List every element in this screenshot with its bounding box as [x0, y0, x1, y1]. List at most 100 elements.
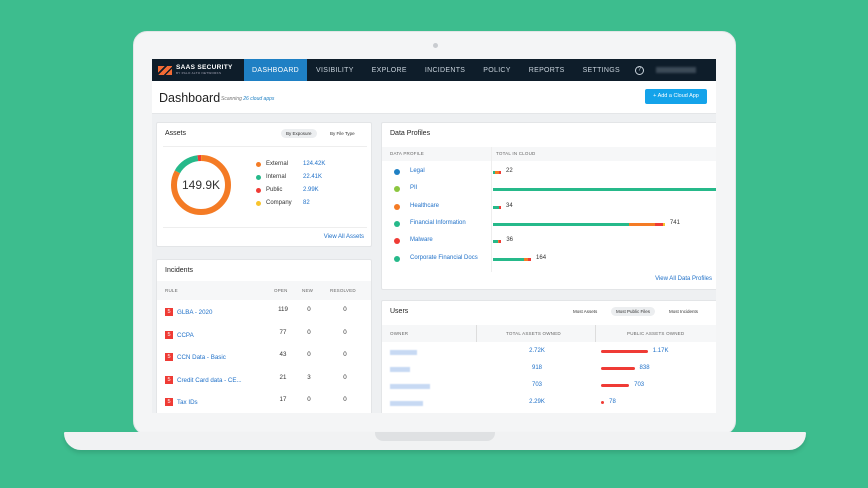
legend-value-link[interactable]: 124.42K [303, 161, 325, 167]
col-open: OPEN [274, 288, 288, 293]
help-icon: ? [634, 65, 644, 75]
public-assets-link[interactable]: 703 [634, 382, 644, 388]
resolved-count: 0 [343, 306, 347, 313]
logo-icon [158, 65, 172, 75]
rule-link[interactable]: Credit Card data - CE... [177, 377, 242, 384]
public-assets-bar [601, 350, 648, 353]
nav-policy[interactable]: POLICY [474, 59, 519, 81]
severity-badge: 5 [165, 308, 173, 316]
profile-icon [394, 169, 400, 175]
legend-label: Internal [266, 174, 287, 180]
data-profiles-header [382, 147, 716, 161]
public-assets-link[interactable]: 838 [640, 365, 650, 371]
add-cloud-app-button[interactable]: + Add a Cloud App [645, 89, 707, 104]
legend-dot-icon [256, 161, 261, 167]
bar-segment [628, 222, 655, 226]
tab-most-public-files[interactable]: Most Public Files [611, 307, 656, 316]
bar-segment [493, 257, 525, 261]
new-count: 0 [307, 351, 311, 358]
tab-by-file-type[interactable]: By File Type [325, 129, 360, 138]
total-value: 22 [506, 168, 513, 174]
scan-prefix: Scanning [221, 96, 242, 102]
profile-link[interactable]: Corporate Financial Docs [410, 255, 478, 261]
rule-link[interactable]: Tax IDs [177, 399, 198, 406]
severity-badge: 5 [165, 330, 173, 339]
cloud-apps-link[interactable]: 26 cloud apps [243, 96, 274, 102]
total-bar [493, 188, 716, 192]
open-count: 43 [279, 351, 287, 358]
data-profiles-title: Data Profiles [390, 130, 431, 137]
severity-badge: 5 [165, 398, 173, 406]
total-value: 36 [506, 237, 514, 244]
nav-reports[interactable]: REPORTS [520, 59, 574, 81]
col-data-profile: DATA PROFILE [390, 151, 424, 156]
nav-visibility[interactable]: VISIBILITY [307, 59, 363, 81]
legend-value-link[interactable]: 2.99K [303, 187, 319, 193]
assets-card: Assets By Exposure By File Type 149.9K E… [156, 122, 372, 247]
bar-segment [499, 205, 501, 209]
rule-link[interactable]: CCN Data - Basic [177, 354, 226, 361]
view-all-assets-link[interactable]: View All Assets [324, 234, 364, 240]
nav-dashboard[interactable]: DASHBOARD [244, 59, 308, 81]
total-assets-link[interactable]: 2.72K [522, 348, 552, 354]
new-count: 0 [307, 328, 311, 336]
bar-segment [499, 240, 502, 244]
table-row: 5 GLBA - 2020 119 0 0 [165, 306, 365, 318]
owner-redacted[interactable] [390, 384, 430, 389]
assets-donut: 149.9K [171, 155, 231, 215]
user-row: 918 838 [382, 365, 716, 375]
profile-icon [394, 255, 400, 262]
profile-link[interactable]: Legal [410, 168, 425, 174]
laptop-notch [375, 432, 495, 441]
help-button[interactable]: ? [629, 59, 650, 81]
new-count: 3 [307, 373, 311, 381]
user-row: 2.72K 1.17K [382, 348, 716, 358]
col-total-in-cloud: TOTAL IN CLOUD [496, 151, 536, 156]
legend-dot-icon [256, 187, 261, 193]
tab-most-incidents[interactable]: Most Incidents [664, 307, 703, 316]
owner-redacted[interactable] [390, 401, 423, 406]
rule-link[interactable]: GLBA - 2020 [177, 309, 212, 316]
bar-segment [499, 171, 501, 174]
col-rule: RULE [165, 288, 178, 293]
brand-logo[interactable]: SAAS SECURITY BY PALO ALTO NETWORKS [152, 59, 244, 81]
incidents-title: Incidents [165, 267, 194, 274]
legend-dot-icon [256, 174, 261, 180]
nav-incidents[interactable]: INCIDENTS [416, 59, 474, 81]
profile-link[interactable]: Financial Information [410, 220, 466, 226]
data-profile-row: Corporate Financial Docs 164 [390, 255, 710, 265]
total-assets-link[interactable]: 918 [522, 365, 552, 371]
data-profile-row: Legal 22 [390, 168, 710, 178]
nav-explore[interactable]: EXPLORE [363, 59, 416, 81]
profile-link[interactable]: PII [410, 185, 417, 191]
legend-value-link[interactable]: 22.41K [303, 174, 322, 180]
column-divider [476, 325, 477, 342]
total-assets-link[interactable]: 703 [522, 382, 552, 388]
rule-link[interactable]: CCPA [177, 332, 194, 339]
tab-by-exposure[interactable]: By Exposure [281, 129, 317, 138]
public-assets-link[interactable]: 1.17K [653, 348, 669, 354]
public-assets-bar [601, 367, 635, 370]
owner-redacted[interactable] [390, 367, 410, 372]
new-count: 0 [307, 396, 311, 403]
legend-item: Company [256, 200, 292, 206]
legend-item: Public [256, 187, 282, 193]
total-bar [493, 222, 665, 226]
public-assets-link[interactable]: 78 [609, 399, 616, 405]
data-profiles-card: Data Profiles DATA PROFILE TOTAL IN CLOU… [381, 122, 716, 290]
nav-settings[interactable]: SETTINGS [574, 59, 629, 81]
user-menu[interactable] [655, 67, 696, 73]
view-all-data-profiles-link[interactable]: View All Data Profiles [655, 276, 712, 282]
bar-segment [493, 222, 629, 226]
camera [433, 43, 438, 48]
owner-redacted[interactable] [390, 350, 417, 355]
bar-segment [527, 257, 532, 261]
tab-most-assets[interactable]: Most Assets [568, 307, 602, 316]
legend-value-link[interactable]: 82 [303, 200, 310, 206]
legend-item: External [256, 161, 288, 167]
user-row: 2.29K 78 [382, 399, 716, 409]
severity-badge: 5 [165, 353, 173, 361]
profile-link[interactable]: Healthcare [410, 203, 439, 209]
total-assets-link[interactable]: 2.29K [522, 399, 552, 405]
profile-link[interactable]: Malware [410, 237, 433, 243]
